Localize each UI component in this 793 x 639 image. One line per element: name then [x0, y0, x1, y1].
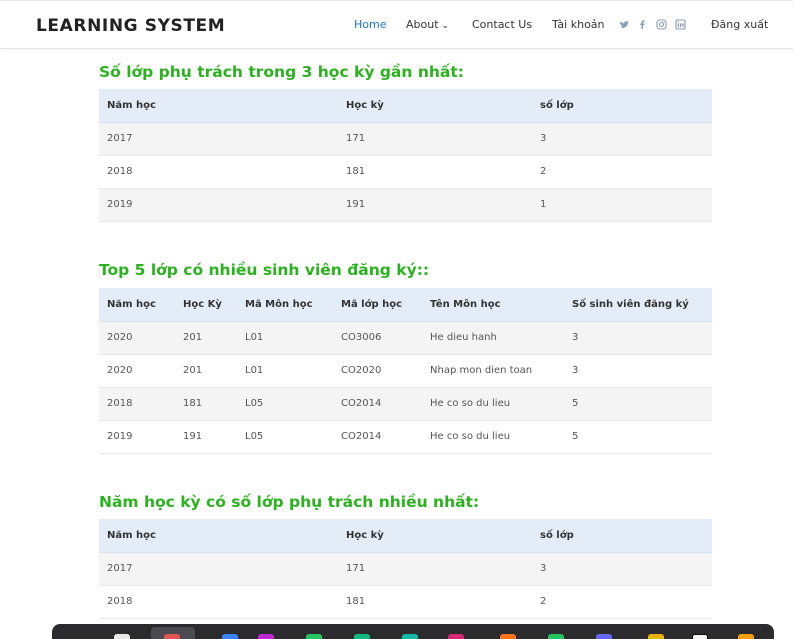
cell: 181: [338, 585, 532, 619]
column-header: Mã lớp học: [333, 288, 422, 322]
dock-app-icon[interactable]: [354, 634, 370, 639]
cell: CO3006: [333, 321, 422, 355]
table-row: 2020 201 L01 CO2020 Nhap mon dien toan 3: [99, 354, 712, 388]
table-row: 2019 191 1: [99, 188, 712, 222]
dock-app-icon[interactable]: [306, 634, 322, 639]
dock-app-icon[interactable]: [402, 634, 418, 639]
table-row: 2018 181 2: [99, 155, 712, 189]
cell: CO2014: [333, 387, 422, 421]
cell: 201: [175, 321, 237, 355]
cell: He co so du lieu: [422, 420, 564, 454]
dock-app-icon[interactable]: [596, 634, 612, 639]
cell: 2018: [99, 585, 338, 619]
cell: 2020: [99, 354, 175, 388]
section-title-top-classes: Top 5 lớp có nhiều sinh viên đăng ký::: [99, 261, 430, 279]
table-row: 2017 171 3: [99, 122, 712, 156]
cell: 3: [532, 552, 712, 586]
cell: 1: [532, 188, 712, 222]
column-header: Tên Môn học: [422, 288, 564, 322]
dock-app-icon[interactable]: [738, 634, 754, 639]
dock-app-icon[interactable]: [448, 634, 464, 639]
nav-logout[interactable]: Đăng xuất: [711, 18, 768, 31]
dock-app-icon[interactable]: [222, 634, 238, 639]
column-header: Học kỳ: [338, 519, 532, 553]
cell: 2019: [99, 188, 338, 222]
cell: 181: [175, 387, 237, 421]
section-title-max-classes: Năm học kỳ có số lớp phụ trách nhiều nhấ…: [99, 493, 480, 511]
twitter-icon[interactable]: [619, 19, 630, 30]
cell: 3: [532, 122, 712, 156]
table-row: 2018 181 2: [99, 585, 712, 619]
cell: 2018: [99, 387, 175, 421]
cell: L01: [237, 321, 333, 355]
cell: L05: [237, 387, 333, 421]
column-header: Năm học: [99, 519, 338, 553]
cell: L01: [237, 354, 333, 388]
nav-about[interactable]: About ⌄: [406, 18, 449, 31]
cell: 5: [564, 387, 712, 421]
taskbar-dock: [52, 624, 774, 639]
cell: 3: [564, 354, 712, 388]
table-row: 2018 181 L05 CO2014 He co so du lieu 5: [99, 387, 712, 421]
column-header: Số sinh viên đăng ký: [564, 288, 712, 322]
dock-app-icon[interactable]: [114, 634, 130, 639]
cell: 201: [175, 354, 237, 388]
table-recent-classes: Năm học Học kỳ số lớp 2017 171 3 2018 18…: [99, 89, 712, 222]
nav-contact[interactable]: Contact Us: [472, 18, 532, 31]
cell: 2: [532, 585, 712, 619]
cell: He dieu hanh: [422, 321, 564, 355]
column-header: Năm học: [99, 89, 338, 123]
nav-home[interactable]: Home: [354, 18, 386, 31]
cell: 2017: [99, 122, 338, 156]
cell: 191: [175, 420, 237, 454]
dock-app-icon[interactable]: [164, 634, 180, 639]
dock-app-icon[interactable]: [258, 634, 274, 639]
dock-app-icon[interactable]: [548, 634, 564, 639]
column-header: Năm học: [99, 288, 175, 322]
table-row: 2019 191 L05 CO2014 He co so du lieu 5: [99, 420, 712, 454]
column-header: Mã Môn học: [237, 288, 333, 322]
column-header: số lớp: [532, 519, 712, 553]
cell: 171: [338, 552, 532, 586]
cell: CO2014: [333, 420, 422, 454]
cell: L05: [237, 420, 333, 454]
cell: 2019: [99, 420, 175, 454]
top-navbar: LEARNING SYSTEM Home About ⌄ Contact Us T…: [0, 0, 793, 49]
nav-account[interactable]: Tài khoản: [552, 18, 605, 31]
table-row: 2017 171 3: [99, 552, 712, 586]
cell: He co so du lieu: [422, 387, 564, 421]
table-top-classes: Năm học Học Kỳ Mã Môn học Mã lớp học Tên…: [99, 288, 712, 454]
table-row: 2020 201 L01 CO3006 He dieu hanh 3: [99, 321, 712, 355]
nav-about-label: About: [406, 18, 439, 31]
column-header: Học kỳ: [338, 89, 532, 123]
cell: 191: [338, 188, 532, 222]
cell: CO2020: [333, 354, 422, 388]
facebook-icon[interactable]: [637, 19, 648, 30]
column-header: số lớp: [532, 89, 712, 123]
cell: 2: [532, 155, 712, 189]
cell: 5: [564, 420, 712, 454]
column-header: Học Kỳ: [175, 288, 237, 322]
cell: 2020: [99, 321, 175, 355]
table-max-classes: Năm học Học kỳ số lớp 2017 171 3 2018 18…: [99, 519, 712, 619]
dock-app-icon[interactable]: [500, 634, 516, 639]
dock-app-icon[interactable]: [648, 634, 664, 639]
cell: 3: [564, 321, 712, 355]
cell: 171: [338, 122, 532, 156]
cell: 181: [338, 155, 532, 189]
chevron-down-icon: ⌄: [441, 21, 450, 31]
cell: 2017: [99, 552, 338, 586]
dock-app-icon[interactable]: [692, 634, 708, 639]
brand-logo[interactable]: LEARNING SYSTEM: [36, 16, 225, 36]
instagram-icon[interactable]: [656, 19, 667, 30]
section-title-recent-classes: Số lớp phụ trách trong 3 học kỳ gần nhất…: [99, 63, 464, 81]
linkedin-icon[interactable]: [675, 19, 686, 30]
cell: Nhap mon dien toan: [422, 354, 564, 388]
cell: 2018: [99, 155, 338, 189]
